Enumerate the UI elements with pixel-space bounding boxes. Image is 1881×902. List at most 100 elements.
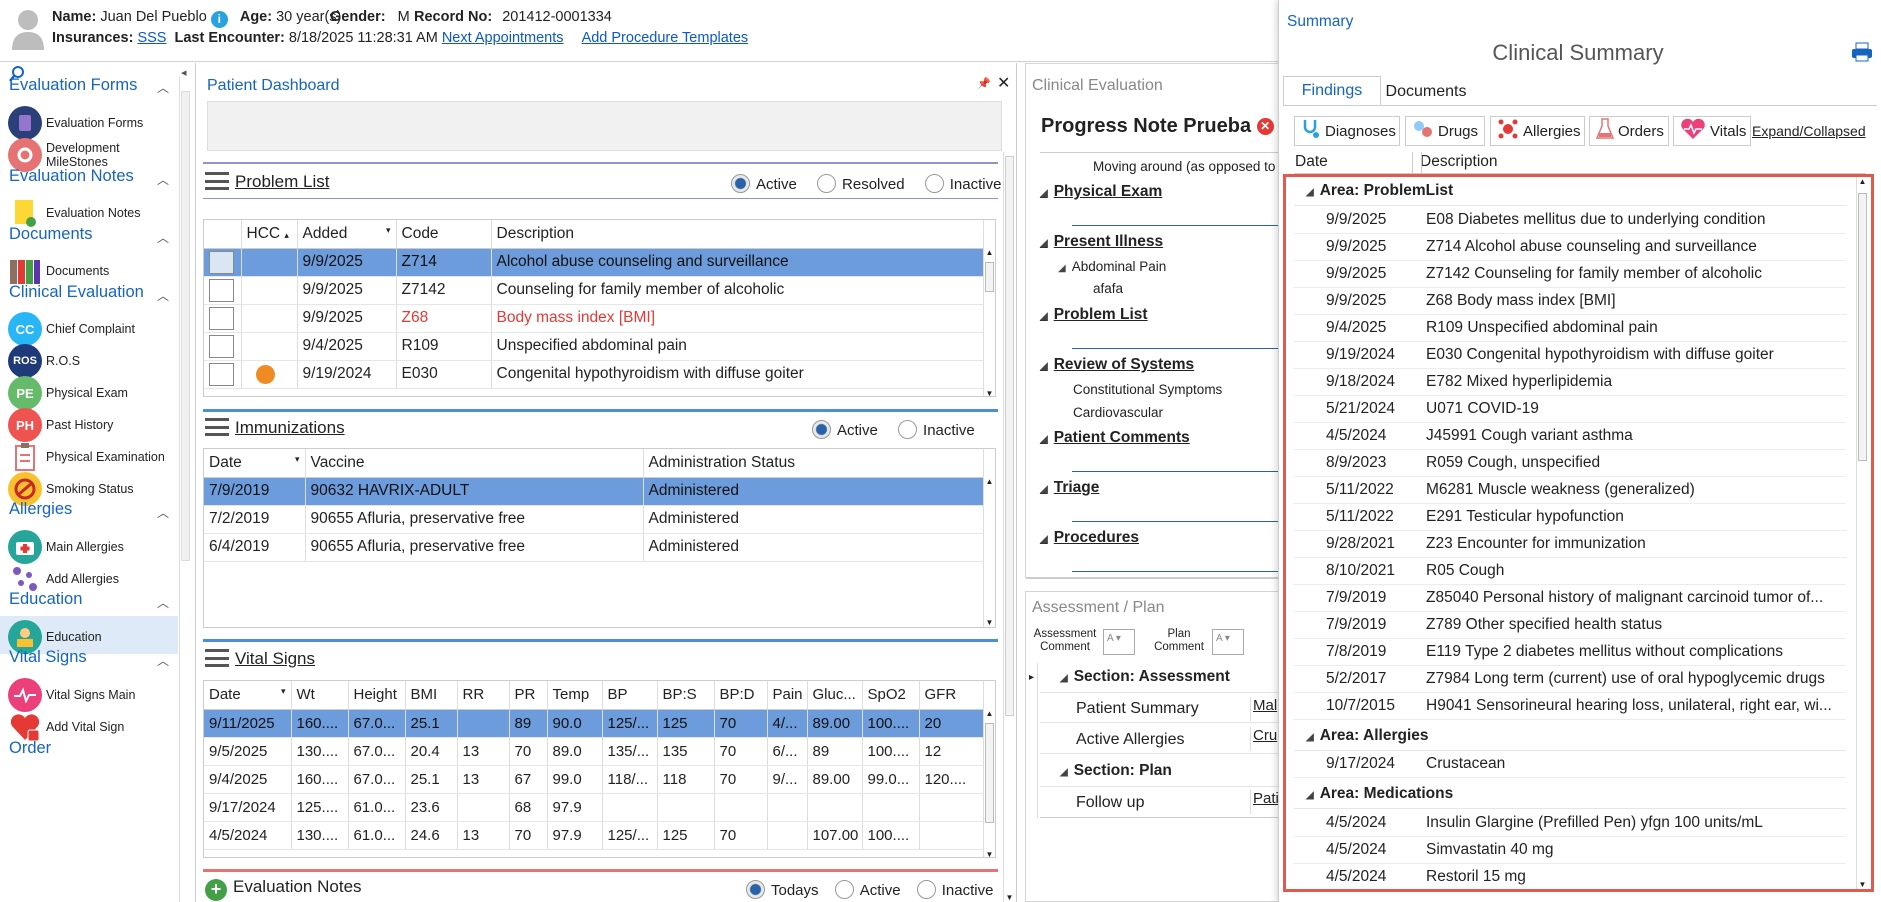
summary-row[interactable]: 5/11/2022 E291 Testicular hypofunction xyxy=(1294,504,1846,531)
close-icon[interactable]: ✕ xyxy=(997,73,1010,93)
column-bps[interactable]: BP:S xyxy=(657,681,715,710)
filter-active[interactable]: Active xyxy=(731,174,797,193)
column-temp[interactable]: Temp xyxy=(547,681,603,710)
summary-row[interactable]: 9/18/2024 E782 Mixed hyperlipidemia xyxy=(1294,369,1846,396)
immunizations-scrollbar[interactable]: ▲ ▼ xyxy=(983,477,995,627)
column-date[interactable]: Date xyxy=(1295,153,1328,171)
table-row[interactable]: 6/4/2019 90655 Afluria, preservative free… xyxy=(204,533,984,562)
filter-inactive[interactable]: Inactive xyxy=(924,174,1001,193)
summary-row[interactable]: 4/5/2024 J45991 Cough variant asthma xyxy=(1294,423,1846,450)
info-icon[interactable]: i xyxy=(210,11,228,28)
column-hcc[interactable]: HCC ▴ xyxy=(241,220,298,249)
column-date[interactable]: Date ▾ xyxy=(204,681,292,710)
table-row[interactable]: 7/9/2019 90632 HAVRIX-ADULT Administered xyxy=(204,477,984,506)
summary-row[interactable]: 7/9/2019 Z789 Other specified health stat… xyxy=(1294,612,1846,639)
column-date[interactable]: Date ▾ xyxy=(204,449,306,478)
summary-row[interactable]: 9/28/2021 Z23 Encounter for immunization xyxy=(1294,531,1846,558)
add-circle-icon[interactable]: + xyxy=(205,879,227,901)
summary-row[interactable]: 9/9/2025 Z714 Alcohol abuse counseling an… xyxy=(1294,234,1846,261)
chevron-up-icon[interactable]: ︿ xyxy=(157,229,169,246)
filter-active[interactable]: Active xyxy=(834,880,901,899)
summary-row[interactable]: 9/4/2025 R109 Unspecified abdominal pain xyxy=(1294,315,1846,342)
summary-row[interactable]: 4/5/2024 Simvastatin 40 mg xyxy=(1294,837,1846,864)
column-added[interactable]: Added ▾ xyxy=(297,220,397,249)
column-bp[interactable]: BP xyxy=(602,681,658,710)
findings-scrollbar[interactable]: ▲ ▼ xyxy=(1856,177,1868,889)
collapse-triangle-icon[interactable]: ◢ xyxy=(1306,790,1314,801)
summary-row[interactable]: 8/9/2023 R059 Cough, unspecified xyxy=(1294,450,1846,477)
follow-up-value[interactable]: Pati xyxy=(1250,790,1279,814)
section-physical-exam[interactable]: ◢ Physical Exam xyxy=(1040,183,1162,201)
chevron-up-icon[interactable]: ︿ xyxy=(157,287,169,304)
dashboard-scrollbar[interactable]: ▼ xyxy=(1003,152,1015,902)
column-pain[interactable]: Pain xyxy=(767,681,808,710)
summary-row[interactable]: 4/5/2024 Insulin Glargine (Prefilled Pen)… xyxy=(1294,810,1846,837)
sidebar-section-order[interactable]: Order xyxy=(9,739,51,758)
filter-todays[interactable]: Todays xyxy=(746,880,819,899)
column-code[interactable]: Code xyxy=(396,220,492,249)
column-bmi[interactable]: BMI xyxy=(405,681,458,710)
summary-row[interactable]: 5/2/2017 Z7984 Long term (current) use of… xyxy=(1294,666,1846,693)
section-assessment[interactable]: ◢ Section: Assessment xyxy=(1060,668,1230,686)
sidebar-section-evaluation-notes[interactable]: Evaluation Notes xyxy=(9,167,134,186)
diagnoses-button[interactable]: Diagnoses xyxy=(1294,116,1400,146)
summary-row[interactable]: 4/5/2024 Restoril 15 mg xyxy=(1294,864,1846,890)
summary-row[interactable]: 5/11/2022 M6281 Muscle weakness (generali… xyxy=(1294,477,1846,504)
summary-row[interactable]: 9/17/2024 Crustacean xyxy=(1294,751,1846,778)
ros-item[interactable]: Constitutional Symptoms xyxy=(1073,382,1222,397)
table-row[interactable]: 9/9/2025 Z7142 Counseling for family membe… xyxy=(204,276,984,305)
table-row[interactable]: 9/9/2025 Z714 Alcohol abuse counseling and… xyxy=(204,248,984,277)
sidebar-section-allergies[interactable]: Allergies xyxy=(9,500,72,519)
remove-note-icon[interactable]: ✕ xyxy=(1256,118,1274,135)
table-row[interactable]: 9/5/2025 130.... 67.0... 20.4 13 70 89.0 135/..… xyxy=(204,737,984,766)
chevron-up-icon[interactable]: ︿ xyxy=(157,79,169,96)
summary-row[interactable]: 9/9/2025 E08 Diabetes mellitus due to und… xyxy=(1294,207,1846,234)
column-height[interactable]: Height xyxy=(348,681,406,710)
immunizations-title[interactable]: Immunizations xyxy=(235,418,345,437)
column-description[interactable]: Description xyxy=(491,220,984,249)
patient-summary-value[interactable]: Mal xyxy=(1250,697,1277,721)
column-rr[interactable]: RR xyxy=(457,681,510,710)
problem-list-scrollbar[interactable]: ▲ ▼ xyxy=(983,248,995,396)
filter-active[interactable]: Active xyxy=(812,420,878,439)
table-row[interactable]: 9/19/2024 E030 Congenital hypothyroidism w… xyxy=(204,360,984,389)
section-procedures[interactable]: ◢ Procedures xyxy=(1040,529,1139,547)
sidebar-scrollbar[interactable] xyxy=(179,77,191,902)
chevron-up-icon[interactable]: ︿ xyxy=(157,652,169,669)
summary-row[interactable]: 9/19/2024 E030 Congenital hypothyroidism … xyxy=(1294,342,1846,369)
print-icon[interactable] xyxy=(1851,42,1873,66)
assessment-comment-dropdown[interactable]: A ▾ xyxy=(1103,629,1135,655)
menu-icon[interactable] xyxy=(205,172,229,190)
collapse-triangle-icon[interactable]: ◢ xyxy=(1306,732,1314,743)
section-plan[interactable]: ◢ Section: Plan xyxy=(1060,762,1172,780)
evaluation-notes-title[interactable]: Evaluation Notes xyxy=(233,877,362,896)
vital-signs-title[interactable]: Vital Signs xyxy=(235,649,315,668)
section-present-illness[interactable]: ◢ Present Illness xyxy=(1040,233,1163,251)
vital-signs-scrollbar[interactable]: ▲ ▼ xyxy=(983,709,995,857)
area-medications[interactable]: ◢ Area: Medications xyxy=(1306,785,1453,803)
table-row[interactable]: 4/5/2024 130.... 61.0... 24.6 13 70 97.9 125/..… xyxy=(204,821,984,850)
table-row[interactable]: 9/11/2025 160.... 67.0... 25.1 89 90.0 125/...… xyxy=(204,709,984,738)
section-patient-comments[interactable]: ◢ Patient Comments xyxy=(1040,429,1190,447)
sidebar-section-clinical-evaluation[interactable]: Clinical Evaluation xyxy=(9,283,144,302)
chevron-up-icon[interactable]: ︿ xyxy=(157,594,169,611)
drugs-button[interactable]: Drugs xyxy=(1405,116,1485,146)
chevron-up-icon[interactable]: ︿ xyxy=(157,171,169,188)
plan-comment-dropdown[interactable]: A ▾ xyxy=(1212,629,1244,655)
tab-documents[interactable]: Documents xyxy=(1376,80,1476,106)
table-row[interactable]: 9/4/2025 160.... 67.0... 25.1 13 67 99.0 118/..… xyxy=(204,765,984,794)
filter-inactive[interactable]: Inactive xyxy=(916,880,993,899)
area-allergies[interactable]: ◢ Area: Allergies xyxy=(1306,727,1429,745)
summary-row[interactable]: 8/10/2021 R05 Cough xyxy=(1294,558,1846,585)
section-problem-list[interactable]: ◢ Problem List xyxy=(1040,306,1148,324)
active-allergies-value[interactable]: Cru xyxy=(1250,727,1277,751)
column-vaccine[interactable]: Vaccine xyxy=(305,449,644,478)
filter-resolved[interactable]: Resolved xyxy=(817,174,905,193)
allergies-button[interactable]: Allergies xyxy=(1490,116,1585,146)
sidebar-section-vital-signs[interactable]: Vital Signs xyxy=(9,648,87,667)
next-appointments-link[interactable]: Next Appointments xyxy=(442,30,564,46)
section-triage[interactable]: ◢ Triage xyxy=(1040,479,1099,497)
section-review-of-systems[interactable]: ◢ Review of Systems xyxy=(1040,356,1194,374)
table-row[interactable]: 9/9/2025 Z68 Body mass index [BMI] xyxy=(204,304,984,333)
collapse-triangle-icon[interactable]: ◢ xyxy=(1306,187,1314,198)
